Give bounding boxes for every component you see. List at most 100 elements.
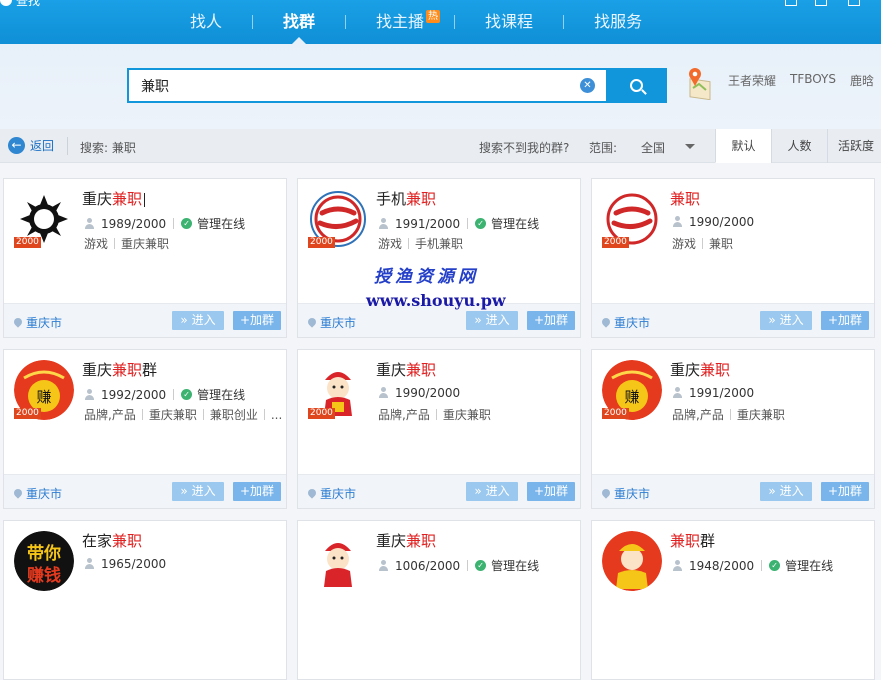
- group-tag[interactable]: 游戏: [378, 235, 402, 252]
- group-name[interactable]: 重庆兼职: [82, 188, 146, 209]
- main-nav: 找人 找群 找主播 热 找课程 找服务: [160, 0, 672, 44]
- sort-tab-activity[interactable]: 活跃度: [827, 129, 881, 163]
- minimize-icon[interactable]: [785, 0, 797, 6]
- group-tags: 品牌,产品 重庆兼职 兼职创业 ...: [84, 406, 282, 423]
- range-select[interactable]: 全国: [641, 139, 697, 156]
- group-name[interactable]: 重庆兼职群: [82, 359, 157, 380]
- group-avatar[interactable]: [308, 531, 368, 591]
- group-name-keyword: 兼职: [406, 361, 437, 379]
- member-count: 1006/2000: [395, 558, 461, 573]
- group-name[interactable]: 兼职群: [670, 530, 715, 551]
- group-tag[interactable]: 重庆兼职: [149, 406, 197, 423]
- group-name[interactable]: 重庆兼职: [376, 530, 436, 551]
- group-tag[interactable]: 游戏: [84, 235, 108, 252]
- members-icon: [672, 559, 684, 572]
- tab-find-courses[interactable]: 找课程: [455, 0, 563, 44]
- cant-find-group-link[interactable]: 搜索不到我的群?: [479, 139, 569, 156]
- tag-divider: [702, 238, 704, 249]
- back-button[interactable]: ← 返回: [8, 137, 54, 154]
- group-name[interactable]: 重庆兼职: [670, 359, 730, 380]
- group-name-prefix: 重庆: [82, 190, 113, 208]
- tab-find-streamers[interactable]: 找主播 热: [346, 0, 454, 44]
- group-card[interactable]: 带你 赚钱 在家兼职 1965/2000: [3, 520, 287, 680]
- group-name-keyword: 兼职: [112, 190, 143, 208]
- group-location: 重庆市: [602, 314, 650, 331]
- join-group-button[interactable]: +加群: [233, 311, 281, 330]
- group-name[interactable]: 重庆兼职: [376, 359, 436, 380]
- hot-word-link[interactable]: 王者荣耀: [728, 72, 776, 89]
- join-group-button[interactable]: +加群: [527, 311, 575, 330]
- enter-group-button[interactable]: » 进入: [466, 482, 518, 501]
- admin-status: 管理在线: [491, 559, 540, 573]
- join-group-button[interactable]: +加群: [233, 482, 281, 501]
- avatar-text: 赚: [624, 388, 639, 406]
- group-tag[interactable]: 兼职创业: [210, 406, 258, 423]
- group-card[interactable]: 2000 兼职 1990/2000 游戏 兼职 重庆市 » 进入 +加群: [591, 178, 875, 338]
- join-group-button[interactable]: +加群: [821, 311, 869, 330]
- group-tag[interactable]: 重庆兼职: [737, 406, 785, 423]
- group-card[interactable]: 重庆兼职 1006/2000 ✓ 管理在线: [297, 520, 581, 680]
- search-icon: [630, 79, 643, 92]
- join-group-button[interactable]: +加群: [527, 482, 575, 501]
- group-tag[interactable]: 品牌,产品: [672, 406, 724, 423]
- location-map-icon[interactable]: [684, 66, 714, 100]
- group-name[interactable]: 在家兼职: [82, 530, 142, 551]
- group-name[interactable]: 手机兼职: [376, 188, 436, 209]
- group-tag[interactable]: 重庆兼职: [121, 235, 169, 252]
- stats-divider: [467, 218, 469, 229]
- group-card[interactable]: 2000 手机兼职 1991/2000 ✓ 管理在线 游戏 手机兼职 重庆市 »…: [297, 178, 581, 338]
- avatar-text: 赚: [36, 388, 51, 406]
- group-card[interactable]: 兼职群 1948/2000 ✓ 管理在线: [591, 520, 875, 680]
- group-avatar[interactable]: [602, 531, 662, 591]
- group-card[interactable]: 赚 2000 重庆兼职 1991/2000 品牌,产品 重庆兼职 重庆市 » 进…: [591, 349, 875, 509]
- admin-status: 管理在线: [197, 217, 246, 231]
- avatar-text: 带你: [27, 543, 61, 564]
- group-card[interactable]: 2000 重庆兼职 1990/2000 品牌,产品 重庆兼职 重庆市 » 进入 …: [297, 349, 581, 509]
- enter-group-button[interactable]: » 进入: [172, 311, 224, 330]
- enter-group-button[interactable]: » 进入: [466, 311, 518, 330]
- group-card[interactable]: 赚 2000 重庆兼职群 1992/2000 ✓ 管理在线 品牌,产品 重庆兼职…: [3, 349, 287, 509]
- search-input[interactable]: [129, 70, 569, 101]
- group-tag[interactable]: 品牌,产品: [84, 406, 136, 423]
- join-group-button[interactable]: +加群: [821, 482, 869, 501]
- enter-group-button[interactable]: » 进入: [172, 482, 224, 501]
- card-footer: 重庆市 » 进入 +加群: [298, 303, 580, 337]
- group-tag[interactable]: 游戏: [672, 235, 696, 252]
- group-location: 重庆市: [308, 485, 356, 502]
- card-footer: 重庆市 » 进入 +加群: [4, 303, 286, 337]
- group-tag[interactable]: 重庆兼职: [443, 406, 491, 423]
- clear-search-icon[interactable]: ✕: [580, 78, 595, 93]
- hot-search-words: 王者荣耀 TFBOYS 鹿晗: [728, 72, 874, 89]
- tag-divider: [408, 238, 410, 249]
- close-icon[interactable]: [848, 0, 860, 6]
- tab-find-services[interactable]: 找服务: [564, 0, 672, 44]
- search-summary: 搜索: 兼职: [80, 141, 136, 155]
- hot-word-link[interactable]: TFBOYS: [790, 72, 836, 89]
- member-count: 1991/2000: [395, 216, 461, 231]
- group-tag[interactable]: 手机兼职: [415, 235, 463, 252]
- enter-group-button[interactable]: » 进入: [760, 311, 812, 330]
- group-name-suffix: 群: [142, 361, 158, 379]
- group-card[interactable]: 2000 重庆兼职 1989/2000 ✓ 管理在线 游戏 重庆兼职 重庆市 »…: [3, 178, 287, 338]
- sort-tab-members[interactable]: 人数: [771, 129, 827, 163]
- admin-online-icon: ✓: [181, 218, 193, 229]
- maximize-icon[interactable]: [815, 0, 827, 6]
- group-stats: 1006/2000 ✓ 管理在线: [378, 557, 539, 574]
- group-avatar[interactable]: 带你 赚钱: [14, 531, 74, 591]
- group-city: 重庆市: [320, 487, 357, 501]
- sort-tab-default[interactable]: 默认: [715, 129, 771, 163]
- tab-find-groups[interactable]: 找群: [253, 0, 345, 44]
- app-title-text: 查找: [16, 0, 41, 8]
- group-name[interactable]: 兼职: [670, 188, 700, 209]
- card-footer: 重庆市 » 进入 +加群: [592, 474, 874, 508]
- member-count: 1965/2000: [101, 557, 167, 571]
- group-name-prefix: 重庆: [670, 361, 701, 379]
- hot-word-link[interactable]: 鹿晗: [850, 72, 874, 89]
- search-area: ✕ 王者荣耀 TFBOYS 鹿晗: [0, 44, 881, 129]
- stats-divider: [761, 560, 763, 571]
- enter-group-button[interactable]: » 进入: [760, 482, 812, 501]
- group-tag[interactable]: 兼职: [709, 235, 733, 252]
- search-button[interactable]: [606, 68, 667, 103]
- tab-find-people[interactable]: 找人: [160, 0, 252, 44]
- group-tag[interactable]: 品牌,产品: [378, 406, 430, 423]
